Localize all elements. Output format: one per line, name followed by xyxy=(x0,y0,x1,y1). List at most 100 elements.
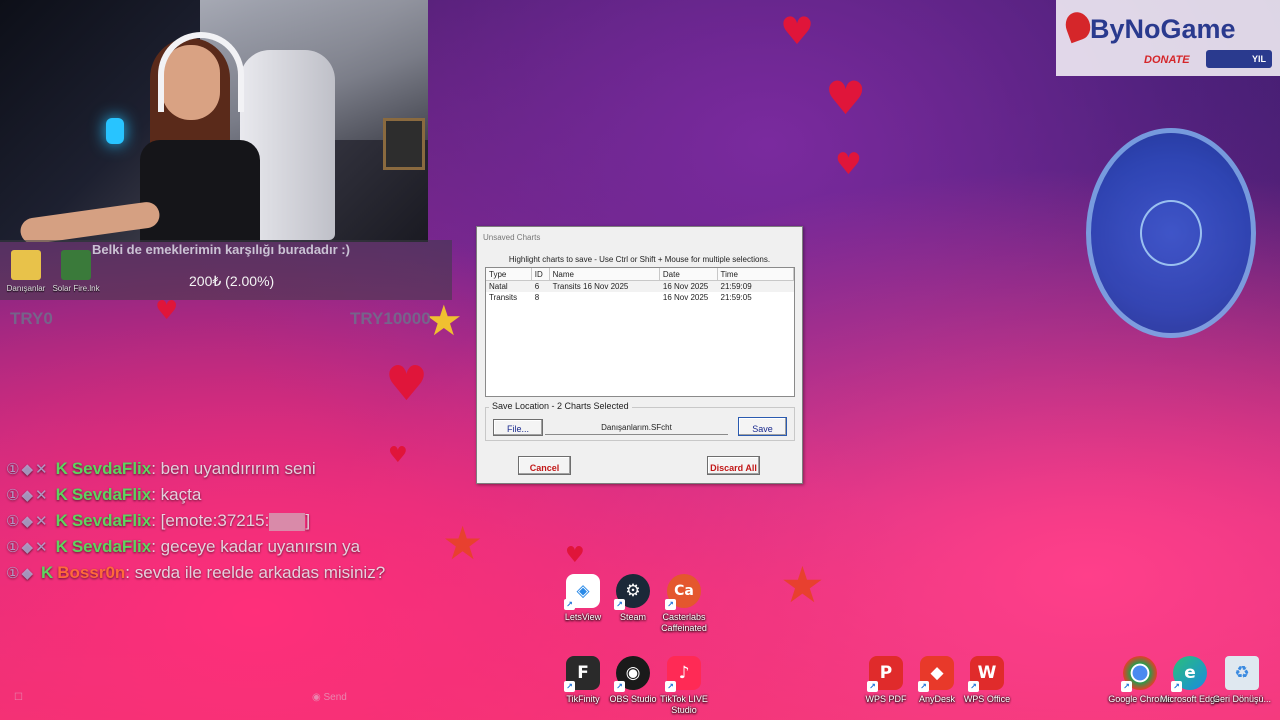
emote-image xyxy=(269,512,306,531)
shortcut-arrow-icon: ↗ xyxy=(665,681,676,692)
bynogame-logo-text: ByNoGame xyxy=(1090,14,1236,44)
cell-date: 16 Nov 2025 xyxy=(662,293,709,302)
shortcut-arrow-icon: ↗ xyxy=(564,681,575,692)
kick-icon: K xyxy=(55,459,68,478)
chat-message: ①◆ K Bossr0n: sevda ile reelde arkadas mis… xyxy=(6,560,406,586)
chat-overlay: ①◆✕ K SevdaFlix: ben uyandırırım seni ①◆✕ K… xyxy=(6,456,406,586)
icon-glyph: W xyxy=(977,663,997,683)
kick-icon: K xyxy=(40,563,54,582)
icon-glyph: ♪ xyxy=(678,663,690,683)
chat-text: : geceye kadar uyanırsın ya xyxy=(151,537,361,556)
letsview-icon: ◈ ↗ xyxy=(564,574,600,610)
heart-decoration: ♥ xyxy=(155,296,179,326)
chat-message: ①◆✕ K SevdaFlix: geceye kadar uyanırsın ya xyxy=(6,534,406,560)
discard-all-button[interactable]: Discard All xyxy=(707,456,760,475)
broken-heart-decoration: ♥ xyxy=(385,356,429,412)
shortcut-arrow-icon: ↗ xyxy=(614,681,625,692)
file-path-field[interactable]: Danışanlarım.SFcht xyxy=(545,420,728,435)
save-location-label: Save Location - 2 Charts Selected xyxy=(489,401,632,411)
charts-list[interactable]: Type ID Name Date Time Natal 6 Transits … xyxy=(485,267,795,397)
chat-message: ①◆✕ K SevdaFlix: kaçta xyxy=(6,482,406,508)
chart-row[interactable]: Transits 8 16 Nov 2025 21:59:05 xyxy=(486,292,794,303)
dialog-hint: Highlight charts to save - Use Ctrl or S… xyxy=(508,255,771,264)
chat-username: SevdaFlix xyxy=(71,459,152,478)
desktop-icon-label: Casterlabs Caffeinated xyxy=(661,612,707,633)
icon-glyph: F xyxy=(577,663,589,683)
cell-id: 6 xyxy=(534,282,540,291)
year-pill: YIL xyxy=(1206,50,1272,68)
chart-row[interactable]: Natal 6 Transits 16 Nov 2025 16 Nov 2025… xyxy=(486,281,794,292)
desktop-icon-tiktok-live[interactable]: ♪ ↗ TikTok LIVE Studio xyxy=(652,656,716,716)
column-header-type[interactable]: Type xyxy=(486,268,532,280)
desktop-icon-recycle-bin[interactable]: ♻ Geri Dönüşü... xyxy=(1210,656,1274,705)
kick-icon: K xyxy=(55,537,68,556)
framed-photo xyxy=(383,118,425,170)
casterlabs-icon: Ca ↗ xyxy=(665,574,701,610)
icon-glyph: ⚙ xyxy=(625,581,641,601)
anydesk-icon: ◆ ↗ xyxy=(918,656,954,692)
unsaved-charts-dialog: Unsaved Charts Highlight charts to save … xyxy=(476,226,803,484)
icon-glyph: ◆ xyxy=(930,663,944,683)
icon-glyph: ♻ xyxy=(1234,663,1250,683)
chrome-icon: ↗ xyxy=(1121,656,1157,692)
shortcut-arrow-icon: ↗ xyxy=(968,681,979,692)
chat-text: : kaçta xyxy=(151,485,202,504)
heart-decoration: ♥ xyxy=(835,147,862,182)
icon-glyph: ◈ xyxy=(576,581,590,601)
donation-message: Belki de emeklerimin karşılığı buradadır… xyxy=(92,242,350,257)
chat-username: Bossr0n xyxy=(57,563,126,582)
chat-badges: ①◆✕ xyxy=(6,538,50,556)
cell-time: 21:59:05 xyxy=(720,293,752,302)
file-button[interactable]: File... xyxy=(493,419,543,436)
heart-decoration: ♥ xyxy=(565,543,585,568)
chat-emoji-icon: ☐ xyxy=(14,692,23,703)
wps-office-icon: W ↗ xyxy=(968,656,1004,692)
goal-min-label: TRY0 xyxy=(10,309,53,328)
tikfinity-icon: F ↗ xyxy=(564,656,600,692)
donate-label: DONATE xyxy=(1144,54,1190,66)
chat-username: SevdaFlix xyxy=(71,511,152,530)
zodiac-wheel-inner xyxy=(1140,200,1202,266)
cell-name xyxy=(550,292,660,303)
chat-text: : ben uyandırırım seni xyxy=(151,459,316,478)
chat-badges: ①◆✕ xyxy=(6,460,50,478)
steam-icon: ⚙ ↗ xyxy=(614,574,650,610)
cell-date: 16 Nov 2025 xyxy=(662,282,709,291)
webcam-overlay xyxy=(0,0,428,242)
column-header-date[interactable]: Date xyxy=(660,268,718,280)
column-header-time[interactable]: Time xyxy=(718,268,794,280)
column-header-name[interactable]: Name xyxy=(550,268,660,280)
cancel-button[interactable]: Cancel xyxy=(518,456,571,475)
dialog-title: Unsaved Charts xyxy=(483,233,541,242)
chat-text-after: ] xyxy=(305,511,311,530)
chat-username: SevdaFlix xyxy=(71,485,152,504)
goal-max-label: TRY10000 xyxy=(350,309,431,328)
kick-icon: K xyxy=(55,485,68,504)
solar-fire-icon xyxy=(61,250,91,280)
desktop-icon-label: TikTok LIVE Studio xyxy=(660,694,708,715)
cell-type: Natal xyxy=(489,282,508,291)
chat-badges: ①◆✕ xyxy=(6,486,50,504)
column-header-id[interactable]: ID xyxy=(532,268,550,280)
shortcut-arrow-icon: ↗ xyxy=(614,599,625,610)
headphones xyxy=(158,32,244,112)
icon-glyph: Ca xyxy=(674,583,694,599)
chat-text: : sevda ile reelde arkadas misiniz? xyxy=(125,563,386,582)
desktop-icon-casterlabs[interactable]: Ca ↗ Casterlabs Caffeinated xyxy=(652,574,716,634)
shortcut-arrow-icon: ↗ xyxy=(1121,681,1132,692)
chat-text: : [emote:37215: xyxy=(151,511,270,530)
send-label-text: Send xyxy=(323,692,347,703)
chat-badges: ①◆ xyxy=(6,564,35,582)
chat-username: SevdaFlix xyxy=(71,537,152,556)
folder-icon xyxy=(11,250,41,280)
tiktok-icon: ♪ ↗ xyxy=(665,656,701,692)
edge-icon: e ↗ xyxy=(1171,656,1207,692)
save-button[interactable]: Save xyxy=(738,417,787,436)
desktop-icon-label: Geri Dönüşü... xyxy=(1212,694,1272,704)
send-icon: ◉ xyxy=(312,692,324,703)
chat-send-label: ◉ Send xyxy=(312,692,347,703)
kick-icon: K xyxy=(55,511,68,530)
heart-decoration: ♥ xyxy=(780,9,815,53)
streamer-body xyxy=(140,140,260,242)
desktop-icon-wps-office[interactable]: W ↗ WPS Office xyxy=(955,656,1019,705)
